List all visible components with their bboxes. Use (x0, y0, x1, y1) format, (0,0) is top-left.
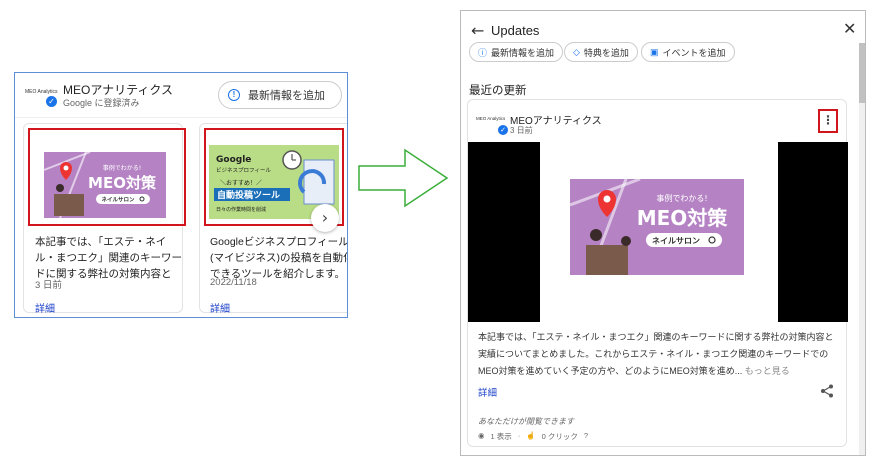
hand-pointer-icon: ☝ (526, 431, 536, 440)
post-card[interactable]: 事例でわかる! MEO対策 ネイルサロン 本記事では、「エステ・ネイル・まつエク… (23, 123, 186, 315)
chip-label: 特典を追加 (583, 47, 629, 58)
post-body: 本記事では、「エステ・ネイル・まつエク」関連のキーワードに関する弊社の対策内容と… (478, 329, 840, 380)
meo-banner-image: 事例でわかる! MEO対策 ネイルサロン (570, 179, 744, 275)
banner-top-text: 事例でわかる! (656, 193, 707, 203)
banner-line2: ビジネスプロフィール (216, 166, 271, 174)
add-update-label: 最新情報を追加 (248, 90, 325, 102)
separator-dot: · (517, 431, 521, 440)
add-update-chip[interactable]: ⓘ 最新情報を追加 (469, 42, 564, 62)
post-time: 3 日前 (510, 126, 533, 135)
scrollbar-track[interactable] (859, 43, 865, 455)
post-thumbnail-highlighted[interactable]: 事例でわかる! MEO対策 ネイルサロン (28, 128, 186, 226)
chip-label: イベントを追加 (662, 47, 726, 58)
section-title: 最近の更新 (469, 85, 527, 97)
verified-status: Google に登録済み (63, 98, 140, 108)
post-date: 3 日前 (35, 280, 62, 291)
info-icon: ⓘ (478, 47, 488, 58)
add-offer-chip[interactable]: ◇ 特典を追加 (564, 42, 638, 62)
help-icon[interactable]: ? (584, 431, 588, 442)
close-icon[interactable]: ✕ (843, 19, 856, 38)
banner-main-text: MEO対策 (88, 174, 157, 192)
banner-sub-text: 日々の作業時間を削減 (216, 206, 266, 213)
add-update-button[interactable]: ! 最新情報を追加 (218, 81, 342, 109)
chip-label: 最新情報を追加 (491, 47, 555, 58)
back-arrow-icon[interactable]: ← (471, 21, 484, 40)
post-detail-link[interactable]: 詳細 (210, 300, 230, 315)
post-detail-link[interactable]: 詳細 (478, 385, 497, 399)
update-post: MEO Analytics ✓ MEOアナリティクス 3 日前 ⋮ 事例でわかる… (467, 99, 848, 447)
letterbox-left (468, 142, 540, 322)
calendar-icon: ▣ (650, 46, 659, 57)
show-more-link[interactable]: もっと見る (745, 366, 790, 376)
add-event-chip[interactable]: ▣ イベントを追加 (641, 42, 735, 62)
letterbox-right (778, 142, 848, 322)
more-options-icon[interactable]: ⋮ (818, 109, 838, 133)
updates-dialog: ← Updates ✕ ⓘ 最新情報を追加 ◇ 特典を追加 ▣ イベントを追加 … (460, 10, 866, 456)
post-stats: ◉ 1 表示 · ☝ 0 クリック ? (478, 431, 588, 442)
transition-arrow-icon (358, 148, 449, 208)
chevron-right-icon: › (321, 208, 329, 227)
info-icon: ! (228, 89, 240, 101)
share-icon[interactable] (820, 384, 834, 398)
dialog-title: Updates (491, 23, 540, 38)
post-excerpt: Googleビジネスプロフィール(マイビジネス)の投稿を自動化できるツールを紹介… (210, 236, 348, 280)
scrollbar-thumb[interactable] (859, 43, 865, 103)
banner-google-text: Google (216, 155, 251, 165)
click-count: 0 クリック (541, 432, 578, 441)
post-detail-link[interactable]: 詳細 (35, 300, 55, 315)
business-profile-panel: MEO Analytics MEOアナリティクス ✓ Google に登録済み … (14, 72, 348, 318)
banner-sub-text: ネイルサロン (101, 196, 135, 204)
verified-check-icon: ✓ (498, 125, 508, 135)
post-date: 2022/11/18 (210, 277, 257, 288)
verified-check-icon: ✓ (46, 96, 57, 107)
business-logo: MEO Analytics (25, 89, 58, 95)
meo-banner-image: 事例でわかる! MEO対策 ネイルサロン (43, 151, 166, 219)
view-count: 1 表示 (490, 432, 512, 441)
divider (15, 117, 347, 118)
banner-top-text: 事例でわかる! (103, 164, 141, 172)
visibility-note: あなただけが閲覧できます (478, 417, 574, 426)
tag-icon: ◇ (573, 46, 580, 57)
banner-main-text: MEO対策 (637, 206, 729, 230)
carousel-next-button[interactable]: › (311, 204, 339, 232)
post-image: 事例でわかる! MEO対策 ネイルサロン (468, 142, 848, 322)
business-logo: MEO Analytics (476, 116, 506, 121)
post-excerpt: 本記事では、「エステ・ネイル・まつエク」関連のキーワードに関する弊社の対策内容と (35, 236, 182, 280)
eye-icon: ◉ (478, 431, 485, 440)
banner-main-text: 自動投稿ツール (217, 189, 280, 201)
banner-sub-text: ネイルサロン (652, 236, 700, 246)
banner-line3: ＼おすすめ！／ (220, 180, 262, 187)
